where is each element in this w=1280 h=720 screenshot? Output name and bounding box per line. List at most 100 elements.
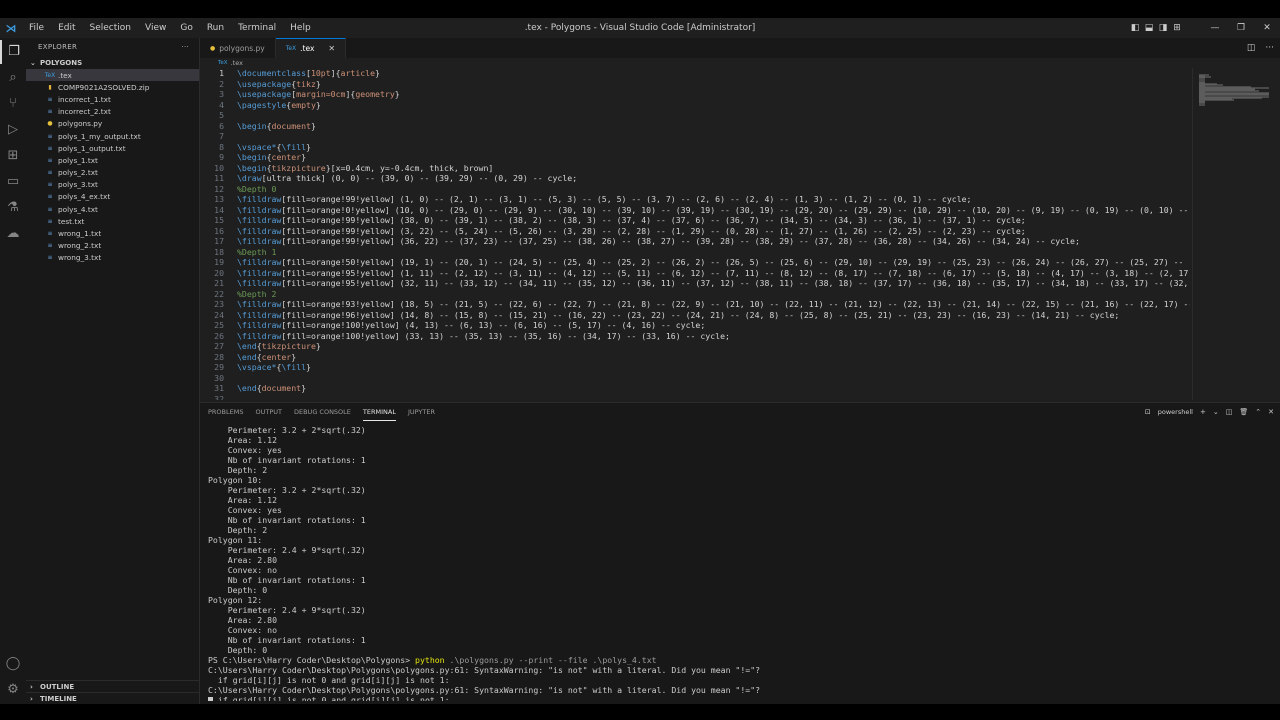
panel-tab-jupyter[interactable]: JUPYTER [408, 403, 435, 421]
minimap[interactable] [1192, 68, 1273, 400]
file-item[interactable]: ≡ polys_1_output.txt [26, 142, 199, 154]
editor-area: ● polygons.py TeX .tex ✕ ◫ ··· TeX .tex 1 \do… [200, 38, 1280, 400]
more-actions-icon[interactable]: ··· [1265, 43, 1274, 53]
folder-section[interactable]: ⌄ POLYGONS [26, 56, 199, 69]
customize-layout-icon[interactable]: ⊞ [1170, 23, 1184, 33]
file-name: polys_3.txt [58, 180, 98, 190]
toggle-panel-icon[interactable]: ⬓ [1142, 23, 1156, 33]
file-item[interactable]: ≡ wrong_3.txt [26, 252, 199, 264]
terminal-line: C:\Users\Harry Coder\Desktop\Polygons\po… [208, 685, 761, 695]
menu-item-help[interactable]: Help [283, 23, 318, 33]
terminal-line: Polygon 12: [208, 595, 263, 605]
maximize-panel-icon[interactable]: ⌃ [1255, 408, 1261, 416]
terminal-dropdown-icon[interactable]: ⌄ [1213, 408, 1219, 416]
terminal-line: Convex: no [208, 625, 278, 635]
terminal-shell-icon[interactable]: ⊡ [1145, 408, 1151, 416]
menu-item-view[interactable]: View [138, 23, 173, 33]
split-editor-icon[interactable]: ◫ [1247, 43, 1256, 53]
file-item[interactable]: ≡ test.txt [26, 215, 199, 227]
menu-item-go[interactable]: Go [173, 23, 199, 33]
outline-section[interactable]: › OUTLINE [26, 680, 199, 692]
remote-explorer-icon[interactable]: ▭ [0, 170, 26, 194]
file-item[interactable]: ▮ COMP9021A2SOLVED.zip [26, 81, 199, 93]
panel-tabs: PROBLEMS OUTPUT DEBUG CONSOLE TERMINAL JUPYT… [200, 403, 1280, 421]
search-icon[interactable]: ⌕ [0, 66, 26, 90]
explorer-icon[interactable]: ❐ [0, 40, 26, 64]
panel-tab-output[interactable]: OUTPUT [255, 403, 282, 421]
tab-tex[interactable]: TeX .tex ✕ [275, 38, 347, 58]
source-control-icon[interactable]: ⑂ [0, 92, 26, 116]
timeline-section[interactable]: › TIMELINE [26, 692, 199, 704]
code-line-text: \filldraw[fill=orange!99!yellow] (36, 22… [237, 236, 1080, 246]
code-line: 6 \begin{document} [200, 121, 1190, 132]
panel-tab-terminal[interactable]: TERMINAL [362, 403, 396, 421]
code-line-text: %Depth 2 [237, 288, 277, 299]
file-item[interactable]: ≡ polys_3.txt [26, 179, 199, 191]
file-item[interactable]: ≡ wrong_2.txt [26, 240, 199, 252]
line-number: 21 [214, 278, 224, 288]
tab-polygons-py[interactable]: ● polygons.py [200, 38, 276, 58]
close-tab-icon[interactable]: ✕ [328, 44, 335, 53]
terminal-shell-name[interactable]: powershell [1158, 408, 1193, 416]
kill-terminal-icon[interactable]: 🗑 [1239, 408, 1248, 416]
code-line-text: \begin{tikzpicture}[x=0.4cm, y=-0.4cm, t… [237, 162, 494, 173]
text-file-icon: ≡ [47, 156, 53, 164]
code-line-text: \usepackage[margin=0cm]{geometry} [237, 89, 400, 99]
menu-item-edit[interactable]: Edit [51, 23, 82, 33]
code-line-text: \end{center} [237, 351, 297, 362]
line-number: 20 [214, 267, 224, 278]
menu-item-run[interactable]: Run [200, 23, 231, 33]
maximize-button[interactable]: ❐ [1228, 23, 1254, 33]
text-file-icon: ≡ [47, 108, 53, 116]
file-item[interactable]: ≡ polys_2.txt [26, 167, 199, 179]
file-item[interactable]: TeX .tex [26, 69, 199, 82]
tab-label: .tex [300, 44, 315, 53]
minimize-button[interactable]: — [1202, 23, 1228, 33]
code-line-text: \begin{document} [237, 120, 316, 131]
terminal-line: Depth: 2 [208, 465, 268, 475]
file-item[interactable]: ≡ polys_4_ex.txt [26, 191, 199, 203]
file-item[interactable]: ≡ polys_1_my_output.txt [26, 130, 199, 142]
testing-icon[interactable]: ⚗ [0, 196, 26, 220]
code-line: 8 \vspace*{\fill} [200, 142, 1190, 153]
terminal-output[interactable]: Perimeter: 3.2 + 2*sqrt(.32) Area: 1.12 … [208, 425, 1268, 701]
code-line-text: \filldraw[fill=orange!99!yellow] (1, 0) … [237, 194, 972, 204]
code-line: 5 [200, 110, 1190, 121]
docker-icon[interactable]: ☁ [0, 222, 26, 246]
window-controls: — ❐ ✕ [1202, 18, 1280, 38]
code-line: 32 [200, 394, 1190, 401]
code-line: 13 \filldraw[fill=orange!99!yellow] (1, 0… [200, 194, 1190, 205]
file-name: polys_4.txt [58, 204, 98, 214]
line-number: 29 [214, 362, 224, 372]
run-debug-icon[interactable]: ▷ [0, 118, 26, 142]
file-name: incorrect_1.txt [58, 94, 111, 104]
menu-item-terminal[interactable]: Terminal [231, 23, 283, 33]
extensions-icon[interactable]: ⊞ [0, 144, 26, 168]
close-panel-icon[interactable]: ✕ [1268, 408, 1274, 416]
file-item[interactable]: ≡ wrong_1.txt [26, 227, 199, 239]
toggle-secondary-sidebar-icon[interactable]: ◨ [1156, 23, 1170, 33]
menu-item-selection[interactable]: Selection [83, 23, 138, 33]
breadcrumb[interactable]: TeX .tex [200, 58, 1280, 68]
file-item[interactable]: ≡ incorrect_2.txt [26, 106, 199, 118]
code-line: 24 \filldraw[fill=orange!96!yellow] (14, … [200, 310, 1190, 321]
panel-tab-problems[interactable]: PROBLEMS [208, 403, 243, 421]
new-terminal-icon[interactable]: + [1200, 408, 1206, 416]
terminal-command-args: .\polygons.py --print --file .\polys_4.t… [444, 655, 657, 665]
explorer-more-icon[interactable]: ··· [181, 43, 189, 51]
settings-gear-icon[interactable]: ⚙ [0, 678, 26, 702]
file-name: wrong_1.txt [58, 229, 102, 239]
toggle-primary-sidebar-icon[interactable]: ◧ [1128, 23, 1142, 33]
file-item[interactable]: ≡ polys_4.txt [26, 203, 199, 215]
account-icon[interactable]: ◯ [0, 652, 26, 676]
file-item[interactable]: ● polygons.py [26, 118, 199, 130]
editor-tabs: ● polygons.py TeX .tex ✕ ◫ ··· [200, 38, 1280, 58]
file-item[interactable]: ≡ incorrect_1.txt [26, 93, 199, 105]
file-item[interactable]: ≡ polys_1.txt [26, 154, 199, 166]
code-editor[interactable]: 1 \documentclass[10pt]{article} 2 \usepacka… [200, 68, 1190, 400]
close-window-button[interactable]: ✕ [1254, 23, 1280, 33]
split-terminal-icon[interactable]: ◫ [1226, 408, 1233, 416]
menu-item-file[interactable]: File [22, 23, 51, 33]
code-line-text: \filldraw[fill=orange!95!yellow] (1, 11)… [237, 267, 1190, 278]
panel-tab-debug-console[interactable]: DEBUG CONSOLE [294, 403, 351, 421]
